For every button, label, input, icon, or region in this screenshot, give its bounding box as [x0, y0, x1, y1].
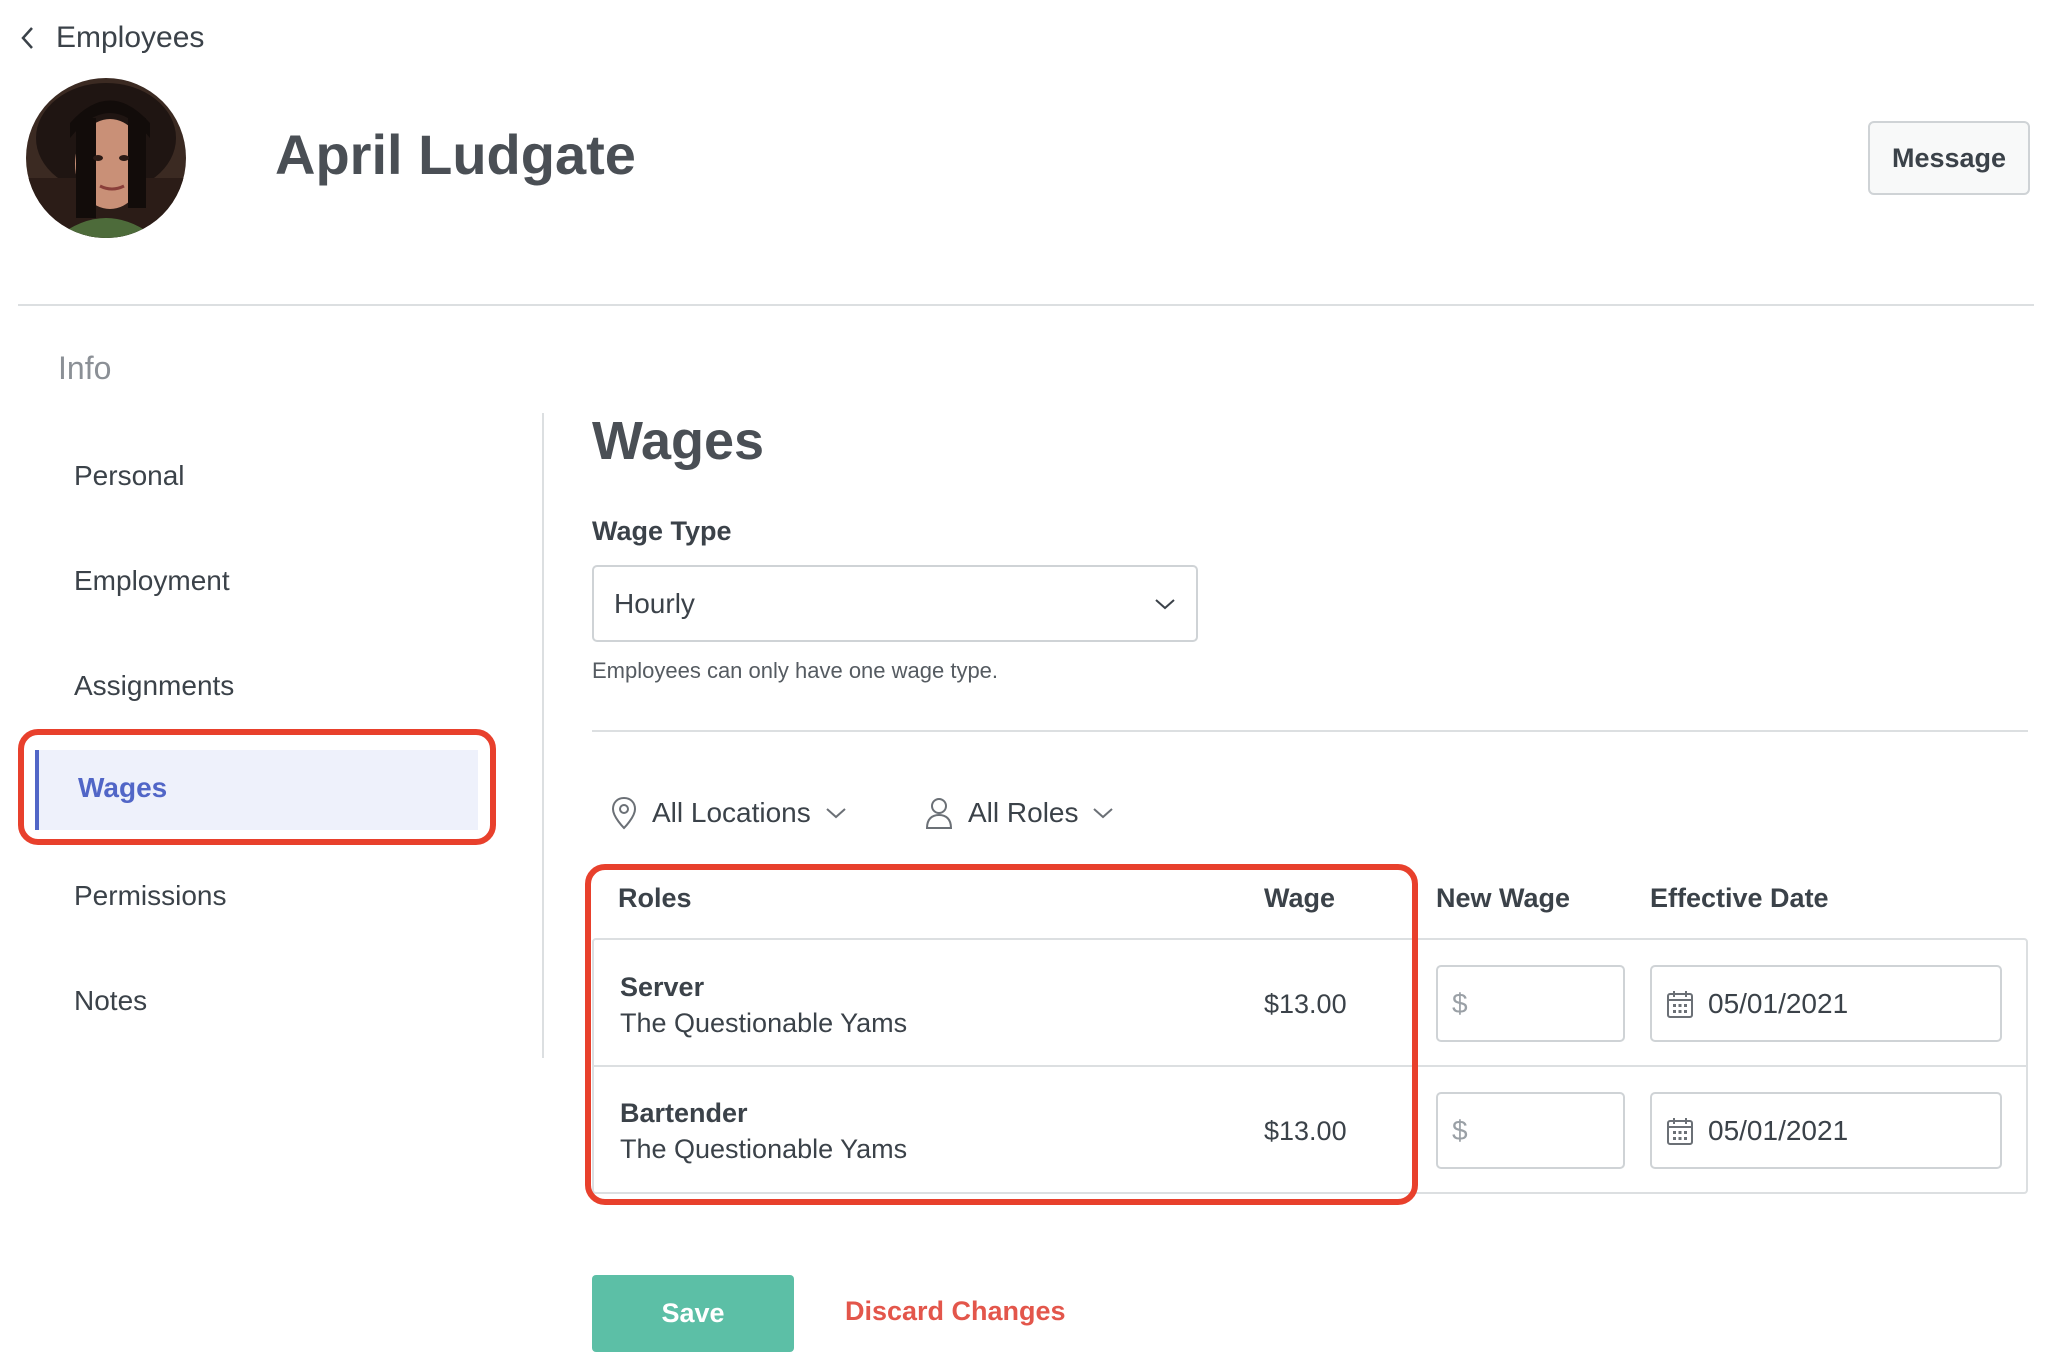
- sidebar-item-notes[interactable]: Notes: [74, 985, 147, 1017]
- new-wage-input[interactable]: $: [1436, 965, 1625, 1042]
- save-button[interactable]: Save: [592, 1275, 794, 1352]
- wage-type-select[interactable]: Hourly: [592, 565, 1198, 642]
- sidebar-item-assignments[interactable]: Assignments: [74, 670, 234, 702]
- table-row-divider: [594, 1065, 2026, 1067]
- back-to-employees-link[interactable]: Employees: [18, 18, 204, 58]
- employee-name: April Ludgate: [275, 123, 636, 186]
- location-pin-icon: [611, 796, 637, 830]
- dollar-prefix: $: [1452, 1114, 1468, 1146]
- roles-filter-label: All Roles: [968, 797, 1079, 828]
- effective-date-picker[interactable]: 05/01/2021: [1650, 1092, 2002, 1169]
- sidebar-item-employment[interactable]: Employment: [74, 565, 230, 597]
- calendar-icon: [1667, 1117, 1693, 1145]
- wage-type-label: Wage Type: [592, 516, 732, 546]
- chevron-down-icon: [1093, 808, 1114, 819]
- table-row-wage: $13.00: [1264, 1116, 1347, 1146]
- chevron-left-icon: [21, 27, 33, 49]
- section-divider: [592, 730, 2028, 732]
- discard-changes-button[interactable]: Discard Changes: [845, 1296, 1066, 1327]
- wage-type-value: Hourly: [614, 587, 695, 619]
- sidebar-item-personal[interactable]: Personal: [74, 460, 185, 492]
- wage-type-helper: Employees can only have one wage type.: [592, 658, 999, 683]
- locations-filter-label: All Locations: [652, 797, 811, 828]
- back-label: Employees: [56, 21, 205, 54]
- column-header-new-wage: New Wage: [1436, 883, 1571, 913]
- sidebar-item-wages-label: Wages: [78, 772, 168, 803]
- chevron-down-icon: [1155, 598, 1175, 609]
- column-header-roles: Roles: [618, 883, 692, 913]
- column-header-wage: Wage: [1264, 883, 1336, 913]
- locations-filter[interactable]: All Locations: [610, 790, 847, 836]
- effective-date-value: 05/01/2021: [1708, 987, 1849, 1019]
- column-header-effective-date: Effective Date: [1650, 883, 1829, 913]
- sidebar-divider: [542, 413, 544, 1058]
- effective-date-picker[interactable]: 05/01/2021: [1650, 965, 2002, 1042]
- calendar-icon: [1667, 990, 1693, 1018]
- table-row-location: The Questionable Yams: [620, 1008, 908, 1038]
- page-title: Wages: [592, 411, 765, 471]
- header-divider: [18, 304, 2034, 306]
- table-row-role: Server: [620, 972, 705, 1002]
- table-row-role: Bartender: [620, 1098, 748, 1128]
- effective-date-value: 05/01/2021: [1708, 1114, 1849, 1146]
- person-icon: [925, 798, 953, 829]
- dollar-prefix: $: [1452, 987, 1468, 1019]
- table-row-wage: $13.00: [1264, 989, 1347, 1019]
- chevron-down-icon: [826, 808, 846, 819]
- sidebar-item-permissions[interactable]: Permissions: [74, 880, 226, 912]
- message-button[interactable]: Message: [1868, 121, 2030, 195]
- avatar: [26, 78, 186, 238]
- table-row-location: The Questionable Yams: [620, 1134, 908, 1164]
- roles-filter[interactable]: All Roles: [924, 790, 1114, 836]
- new-wage-input[interactable]: $: [1436, 1092, 1625, 1169]
- sidebar-title: Info: [58, 350, 112, 386]
